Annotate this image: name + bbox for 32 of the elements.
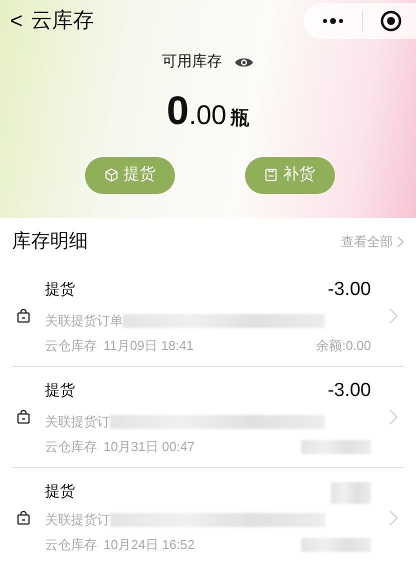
record-amount: -3.00	[328, 278, 371, 302]
page-title: 云库存	[30, 8, 94, 34]
record-date: 云仓库存 10月31日 00:47	[45, 438, 195, 456]
chevron-right-icon	[397, 236, 404, 248]
record-row[interactable]: 提货 -3.00 关联提货订 云仓库存 10月31日 00:47	[12, 367, 404, 468]
record-type: 提货	[45, 280, 75, 300]
record-row[interactable]: 提货 -3.00 关联提货订单 云仓库存 11月09日 18:41 余额:0.00	[12, 266, 404, 367]
shopping-bag-icon	[17, 410, 30, 424]
section-title: 库存明细	[12, 230, 88, 254]
record-type: 提货	[45, 381, 75, 402]
record-row[interactable]: 提货 关联提货订 云仓库存 10月24日 16:52	[12, 468, 404, 564]
order-label: 关联提货订	[45, 412, 110, 431]
chevron-right-icon	[389, 409, 398, 425]
record-date: 云仓库存 11月09日 18:41	[45, 337, 194, 356]
stock-amount: 0.00 瓶	[166, 90, 250, 130]
close-target-icon[interactable]	[380, 10, 402, 32]
eye-icon[interactable]	[234, 56, 254, 69]
record-type: 提货	[45, 482, 75, 502]
record-date: 云仓库存 10月24日 16:52	[45, 536, 195, 554]
cube-icon	[104, 168, 118, 182]
chevron-right-icon	[389, 308, 398, 324]
order-label: 关联提货订	[45, 510, 110, 529]
balance-text: 余额:0.00	[316, 337, 371, 356]
chevron-right-icon	[389, 510, 398, 526]
record-amount: -3.00	[328, 379, 371, 404]
back-button[interactable]: <	[10, 10, 23, 32]
clipboard-icon	[265, 168, 277, 182]
stock-label: 可用库存	[162, 52, 222, 72]
shopping-bag-icon	[17, 309, 30, 323]
order-label: 关联提货订单	[45, 312, 123, 330]
shopping-bag-icon	[17, 511, 30, 525]
more-icon[interactable]	[322, 17, 344, 25]
